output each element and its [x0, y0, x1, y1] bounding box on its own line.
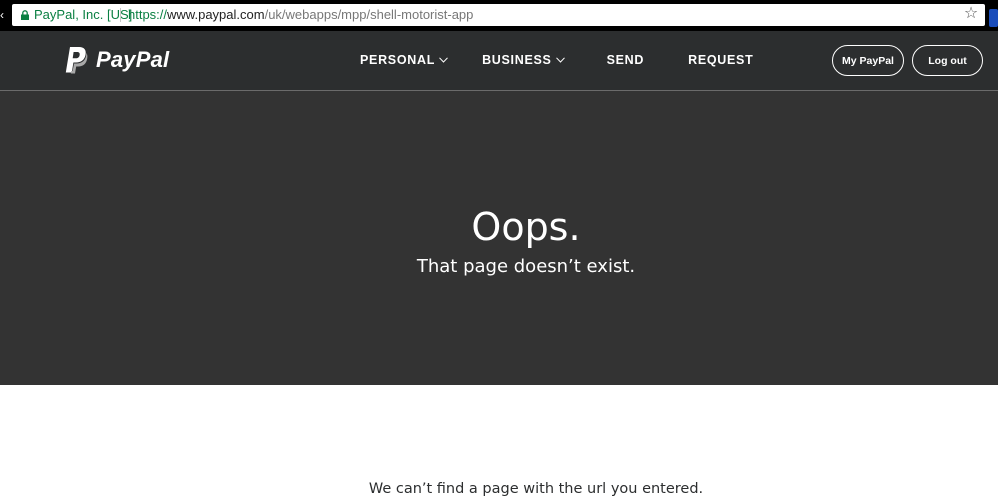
- star-icon[interactable]: ☆: [963, 6, 979, 22]
- lock-icon: [21, 10, 29, 20]
- my-paypal-button-label: My PayPal: [842, 54, 894, 67]
- nav-personal-label: PERSONAL: [360, 53, 436, 67]
- extension-icon[interactable]: [989, 9, 998, 27]
- omnibox-separator: [120, 8, 121, 22]
- error-title: Oops.: [471, 205, 581, 249]
- my-paypal-button[interactable]: My PayPal: [832, 45, 904, 76]
- omnibox[interactable]: PayPal, Inc. [US] https://www.paypal.com…: [12, 4, 985, 26]
- nav-request-label: REQUEST: [688, 53, 754, 67]
- site-header: PayPal PERSONAL BUSINESS SEND REQUEST My…: [0, 31, 998, 91]
- error-hero: Oops. That page doesn’t exist.: [0, 91, 998, 385]
- paypal-logo-text: PayPal: [96, 47, 170, 72]
- logout-button-label: Log out: [928, 54, 967, 67]
- logout-button[interactable]: Log out: [912, 45, 983, 76]
- nav-personal[interactable]: PERSONAL: [360, 53, 448, 67]
- nav-business-label: BUSINESS: [482, 53, 552, 67]
- back-arrow-fragment-icon[interactable]: ‹: [0, 8, 6, 22]
- paypal-logo-icon: [65, 47, 88, 74]
- url-text[interactable]: https://www.paypal.com/uk/webapps/mpp/sh…: [128, 7, 473, 23]
- nav-send-label: SEND: [606, 53, 645, 67]
- chevron-down-icon: [439, 57, 448, 63]
- url-scheme: https://: [128, 7, 168, 22]
- chevron-down-icon: [555, 57, 565, 63]
- error-subtitle: That page doesn’t exist.: [416, 256, 636, 277]
- url-domain: www.paypal.com: [167, 7, 265, 22]
- main-nav: PERSONAL BUSINESS SEND REQUEST: [360, 53, 753, 67]
- url-path: /uk/webapps/mpp/shell-motorist-app: [264, 7, 474, 22]
- nav-send[interactable]: SEND: [607, 53, 645, 67]
- nav-request[interactable]: REQUEST: [688, 53, 753, 67]
- not-found-message: We can’t find a page with the url you en…: [368, 480, 704, 497]
- browser-address-bar: ‹ PayPal, Inc. [US] https://www.paypal.c…: [0, 0, 998, 31]
- site-identity[interactable]: PayPal, Inc. [US]: [34, 7, 132, 23]
- paypal-logo[interactable]: PayPal: [64, 45, 169, 75]
- nav-business[interactable]: BUSINESS: [482, 53, 565, 67]
